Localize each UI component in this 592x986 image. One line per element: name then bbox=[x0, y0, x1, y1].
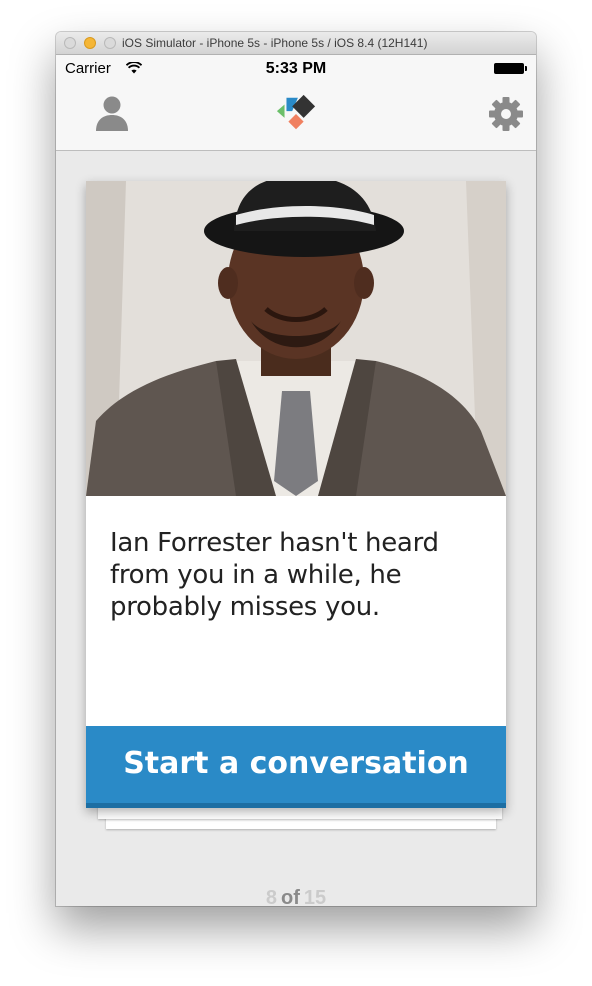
profile-button[interactable] bbox=[91, 93, 133, 135]
pager-of-label: of bbox=[280, 887, 300, 906]
battery-icon bbox=[494, 63, 527, 74]
window-close-button[interactable] bbox=[64, 37, 76, 49]
person-icon bbox=[96, 96, 128, 131]
pager-current: 8 bbox=[265, 887, 277, 906]
gear-icon bbox=[489, 97, 523, 131]
simulator-window: iOS Simulator - iPhone 5s - iPhone 5s / … bbox=[56, 32, 536, 906]
contact-card[interactable]: Ian Forrester hasn't heard from you in a… bbox=[86, 181, 506, 808]
card-message: Ian Forrester hasn't heard from you in a… bbox=[110, 528, 439, 622]
contact-photo bbox=[86, 181, 506, 496]
status-time: 5:33 PM bbox=[265, 60, 327, 77]
window-titlebar: iOS Simulator - iPhone 5s - iPhone 5s / … bbox=[56, 32, 536, 55]
window-title: iOS Simulator - iPhone 5s - iPhone 5s / … bbox=[122, 36, 428, 50]
status-bar: Carrier 5:33 PM bbox=[56, 55, 536, 81]
window-minimize-button[interactable] bbox=[84, 37, 96, 49]
start-conversation-button[interactable]: Start a conversation bbox=[86, 726, 506, 808]
app-logo bbox=[275, 93, 317, 135]
logo-icon bbox=[276, 94, 316, 130]
window-maximize-button[interactable] bbox=[104, 37, 116, 49]
content-area: Ian Forrester hasn't heard from you in a… bbox=[56, 151, 536, 906]
navigation-bar bbox=[56, 81, 536, 151]
card-pager: 8 of 15 bbox=[56, 887, 536, 906]
settings-button[interactable] bbox=[485, 93, 527, 135]
pager-total: 15 bbox=[303, 887, 327, 906]
